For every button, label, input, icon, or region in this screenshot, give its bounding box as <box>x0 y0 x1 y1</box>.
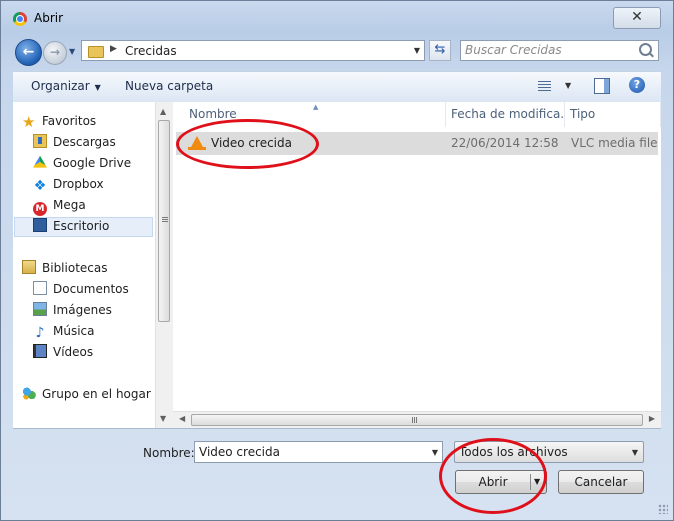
search-input[interactable] <box>465 42 635 58</box>
column-header-date[interactable]: Fecha de modifica... <box>446 102 565 127</box>
file-name-combobox[interactable]: ▼ <box>194 441 443 463</box>
title-bar: Abrir ✕ <box>1 1 673 35</box>
sidebar-item-label: Documentos <box>53 282 129 296</box>
file-name-label: Nombre: <box>143 446 195 460</box>
desktop-icon <box>33 218 47 232</box>
chevron-down-icon[interactable]: ▼ <box>432 448 438 457</box>
mega-icon: M <box>33 202 47 216</box>
chevron-down-icon: ▼ <box>631 448 638 457</box>
libraries-icon <box>22 260 36 274</box>
forward-button[interactable]: → <box>43 41 67 65</box>
file-name-input[interactable] <box>199 444 419 460</box>
view-options-dropdown-icon[interactable]: ▼ <box>565 81 571 90</box>
close-button[interactable]: ✕ <box>613 7 661 29</box>
sidebar-libraries[interactable]: Bibliotecas <box>22 258 107 278</box>
organize-button[interactable]: Organizar ▼ <box>31 79 101 93</box>
dialog-footer: Nombre: ▼ Todos los archivos ▼ Abrir ▼ C… <box>1 429 673 519</box>
sort-ascending-icon: ▲ <box>313 103 319 111</box>
sidebar-item-descargas[interactable]: Descargas <box>33 132 116 152</box>
scroll-up-icon[interactable]: ▲ <box>160 107 166 116</box>
resize-grip-icon[interactable] <box>658 504 668 514</box>
address-bar[interactable]: ▶ Crecidas ▼ <box>81 40 425 61</box>
navigation-scrollbar[interactable]: ▲ ▼ <box>155 102 173 428</box>
videos-icon <box>33 344 47 358</box>
search-box[interactable] <box>460 40 659 61</box>
google-drive-icon <box>33 155 47 168</box>
homegroup-icon <box>22 386 36 400</box>
breadcrumb-crecidas[interactable]: Crecidas <box>125 44 177 58</box>
sidebar-item-label: Música <box>53 324 95 338</box>
music-icon: ♪ <box>35 325 45 341</box>
file-date: 22/06/2014 12:58 a... <box>451 136 563 150</box>
sidebar-item-documentos[interactable]: Documentos <box>33 279 129 299</box>
sidebar-homegroup[interactable]: Grupo en el hogar <box>22 384 151 404</box>
dropbox-icon: ❖ <box>33 178 47 194</box>
sidebar-item-musica[interactable]: ♪ Música <box>33 321 95 341</box>
preview-pane-icon[interactable] <box>594 78 610 94</box>
sidebar-item-escritorio[interactable]: Escritorio <box>33 216 109 236</box>
navigation-bar: ← → ▼ ▶ Crecidas ▼ ⇆ <box>1 37 673 67</box>
change-view-icon[interactable] <box>538 81 551 92</box>
sidebar-item-label: Descargas <box>53 135 116 149</box>
browser-area: ★ Favoritos Descargas Google Drive ❖ Dropb… <box>13 102 661 429</box>
refresh-button[interactable]: ⇆ <box>429 40 451 61</box>
sidebar-item-google-drive[interactable]: Google Drive <box>33 153 131 173</box>
sidebar-item-label: Imágenes <box>53 303 112 317</box>
window-title: Abrir <box>34 11 64 25</box>
annotation-circle-open-button <box>439 438 547 514</box>
sidebar-item-label: Escritorio <box>53 219 110 233</box>
sidebar-item-label: Vídeos <box>53 345 94 359</box>
downloads-folder-icon <box>33 134 47 148</box>
scroll-right-icon[interactable]: ▶ <box>649 414 655 423</box>
help-icon[interactable]: ? <box>629 77 645 93</box>
cancel-button[interactable]: Cancelar <box>558 470 644 494</box>
file-type: VLC media file (.f... <box>571 136 657 150</box>
command-bar: Organizar ▼ Nueva carpeta ▼ ? <box>13 71 661 103</box>
open-file-dialog: Abrir ✕ ← → ▼ ▶ Crecidas ▼ ⇆ Organizar ▼ … <box>0 0 674 521</box>
file-list-horizontal-scrollbar[interactable]: ◀ ▶ <box>173 411 661 428</box>
sidebar-group-label: Favoritos <box>42 114 97 128</box>
grip-icon <box>162 217 168 223</box>
annotation-circle-file <box>176 119 319 169</box>
sidebar-favorites[interactable]: ★ Favoritos <box>22 111 96 131</box>
sidebar-item-label: Mega <box>53 198 86 212</box>
address-dropdown-icon[interactable]: ▼ <box>414 46 420 55</box>
sidebar-item-label: Dropbox <box>53 177 104 191</box>
pictures-icon <box>33 302 47 316</box>
star-icon: ★ <box>22 113 36 131</box>
navigation-pane: ★ Favoritos Descargas Google Drive ❖ Dropb… <box>13 102 155 428</box>
new-folder-button[interactable]: Nueva carpeta <box>125 79 213 93</box>
sidebar-item-videos[interactable]: Vídeos <box>33 342 93 362</box>
chrome-icon <box>13 12 27 26</box>
scroll-left-icon[interactable]: ◀ <box>179 414 185 423</box>
sidebar-item-imagenes[interactable]: Imágenes <box>33 300 112 320</box>
sidebar-group-label: Grupo en el hogar <box>42 387 151 401</box>
search-icon[interactable] <box>639 43 652 56</box>
sidebar-item-mega[interactable]: M Mega <box>33 195 86 216</box>
sidebar-item-label: Google Drive <box>53 156 132 170</box>
grip-icon <box>412 417 418 423</box>
recent-locations-dropdown-icon[interactable]: ▼ <box>69 47 75 56</box>
organize-label: Organizar <box>31 79 90 93</box>
scrollbar-thumb[interactable] <box>158 120 170 322</box>
chevron-down-icon: ▼ <box>94 83 101 92</box>
scroll-down-icon[interactable]: ▼ <box>160 414 166 423</box>
column-header-type[interactable]: Tipo <box>565 102 661 127</box>
scrollbar-thumb[interactable] <box>191 414 643 426</box>
breadcrumb-separator-icon[interactable]: ▶ <box>110 44 117 54</box>
back-button[interactable]: ← <box>15 39 42 66</box>
sidebar-item-dropbox[interactable]: ❖ Dropbox <box>33 174 104 194</box>
documents-icon <box>33 281 47 295</box>
sidebar-group-label: Bibliotecas <box>42 261 108 275</box>
folder-icon <box>88 46 104 58</box>
